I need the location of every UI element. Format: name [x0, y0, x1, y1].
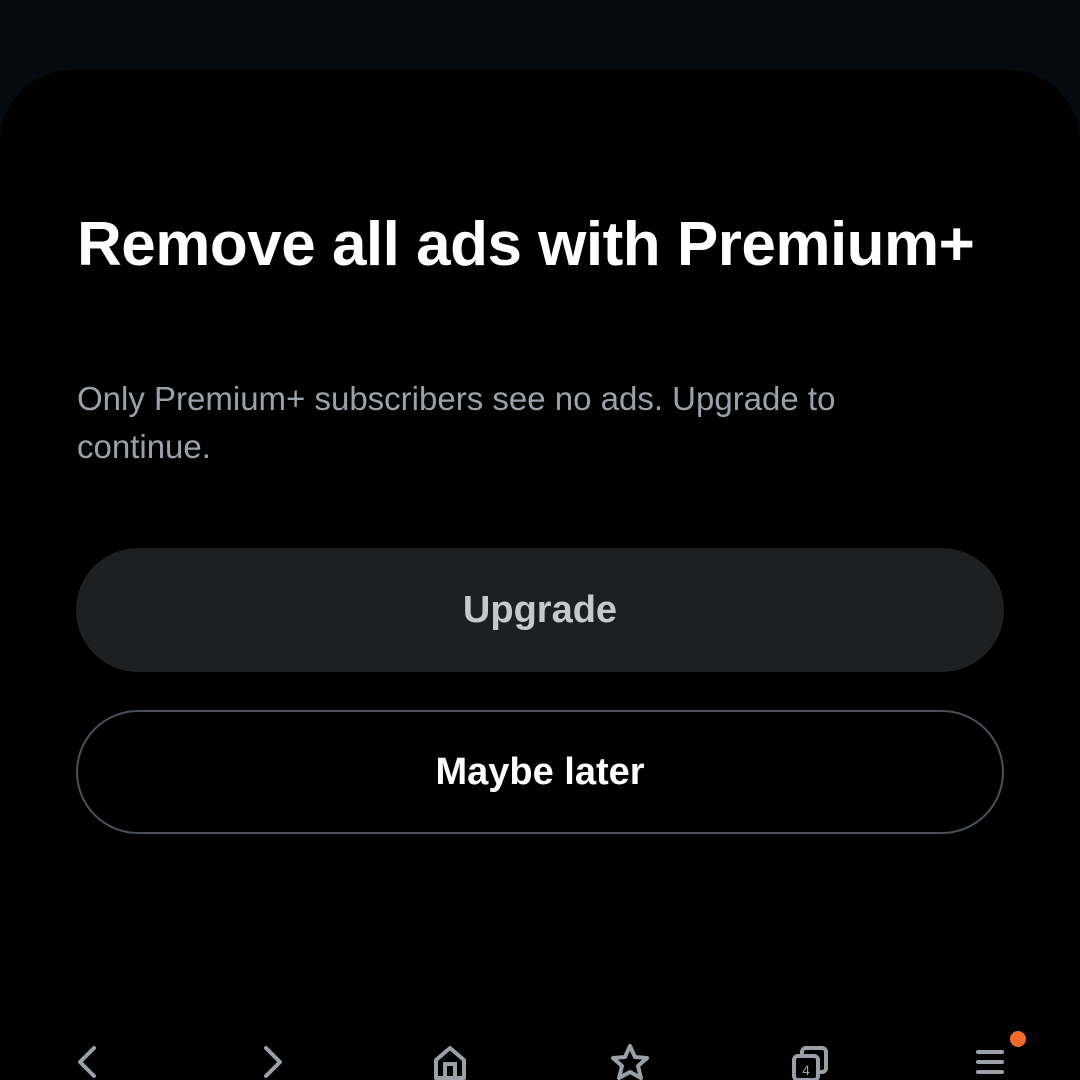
upgrade-button[interactable]: Upgrade: [76, 548, 1004, 672]
menu-button[interactable]: [950, 1030, 1030, 1080]
back-button[interactable]: [48, 1030, 128, 1080]
dialog-title: Remove all ads with Premium+: [77, 210, 975, 279]
star-icon: [611, 1044, 649, 1080]
upgrade-button-label: Upgrade: [462, 588, 618, 631]
screen: Remove all ads with Premium+ Only Premiu…: [0, 0, 1080, 1080]
maybe-later-button-label: Maybe later: [435, 750, 645, 793]
home-icon: [434, 1046, 466, 1080]
dialog-subtitle: Only Premium+ subscribers see no ads. Up…: [77, 380, 836, 465]
browser-bottom-navbar: 4: [0, 1030, 1080, 1080]
forward-arrow-icon: [264, 1046, 282, 1078]
notification-dot: [1010, 1031, 1026, 1047]
tabs-icon: 4: [792, 1046, 828, 1080]
back-arrow-icon: [78, 1046, 96, 1078]
home-button[interactable]: [410, 1030, 490, 1080]
forward-button[interactable]: [232, 1030, 312, 1080]
tabs-count: 4: [802, 1062, 810, 1078]
maybe-later-button[interactable]: Maybe later: [76, 710, 1004, 834]
bookmarks-button[interactable]: [590, 1030, 670, 1080]
tabs-button[interactable]: 4: [770, 1030, 850, 1080]
